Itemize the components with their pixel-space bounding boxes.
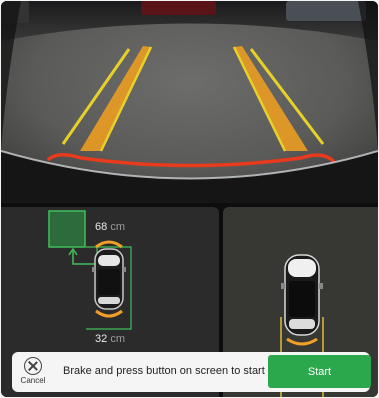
parked-car-right [286,1,366,21]
parked-car-red [141,1,216,15]
instruction-text: Brake and press button on screen to star… [63,365,265,377]
rear-distance-unit: cm [110,333,125,345]
rear-distance-label: 32 cm [95,333,125,345]
close-icon [24,357,42,375]
front-distance-unit: cm [110,221,125,233]
action-bar: Cancel Brake and press button on screen … [12,352,371,392]
rear-distance-value: 32 [95,333,108,345]
parking-assist-screen: 68 cm 32 cm Cancel Brake and press butto… [1,1,378,397]
front-distance-value: 68 [95,221,108,233]
target-parking-spot [48,210,86,248]
start-button[interactable]: Start [268,355,371,388]
car-top-view-surround [281,254,323,336]
cancel-label: Cancel [20,376,46,385]
front-sensor-arc [95,240,123,249]
front-distance-label: 68 cm [95,221,125,233]
car-top-view [92,248,126,310]
route-arrow [72,251,97,265]
cancel-button[interactable]: Cancel [18,355,48,389]
rear-sensor-arc [95,309,123,318]
rear-camera-view [1,1,378,203]
